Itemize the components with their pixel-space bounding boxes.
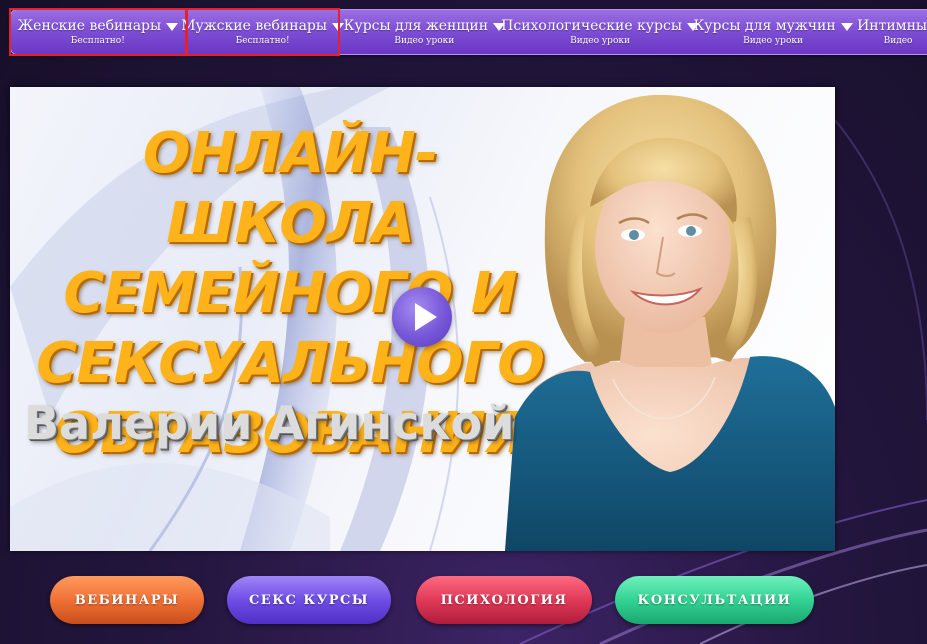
nav-item-sub: Видео уроки <box>570 36 630 46</box>
hero-title-line: СЕКСУАЛЬНОГО <box>36 331 545 396</box>
consultations-button[interactable]: КОНСУЛЬТАЦИИ <box>615 576 814 624</box>
nav-item-label: Курсы для мужчин <box>693 18 836 34</box>
nav-item-women-webinars[interactable]: Женские вебинары Бесплатно! <box>9 8 187 56</box>
nav-item-sub: Видео уроки <box>743 36 803 46</box>
nav-item-sub: Видео уроки <box>394 36 455 46</box>
nav-item-label: Психологические курсы <box>501 18 682 34</box>
nav-item-label: Курсы для женщин <box>343 18 489 34</box>
sex-courses-button[interactable]: СЕКС КУРСЫ <box>227 576 391 624</box>
nav-item-sub: Видео <box>883 36 913 46</box>
nav-item-men-webinars[interactable]: Мужские вебинары Бесплатно! <box>181 8 345 56</box>
webinars-button[interactable]: ВЕБИНАРЫ <box>50 576 204 624</box>
chevron-down-icon <box>332 22 345 31</box>
nav-item-label: Мужские вебинары <box>181 18 328 34</box>
presenter-photo <box>505 94 835 551</box>
hero-title-line: ОНЛАЙН-ШКОЛА <box>142 121 438 256</box>
nav-item-label: Женские вебинары <box>17 18 162 34</box>
nav-item-sub: Бесплатно! <box>235 36 290 46</box>
main-navigation: Женские вебинары Бесплатно! Мужские веби… <box>9 8 927 56</box>
nav-item-psychology-courses[interactable]: Психологические курсы Видео уроки <box>501 10 699 54</box>
hero-subtitle: Валерии Агинской <box>24 396 515 450</box>
psychology-button[interactable]: ПСИХОЛОГИЯ <box>416 576 592 624</box>
nav-item-women-courses[interactable]: Курсы для женщин Видео уроки <box>343 10 506 54</box>
nav-item-intimate[interactable]: Интимны Видео <box>851 10 927 54</box>
nav-item-men-courses[interactable]: Курсы для мужчин Видео уроки <box>693 10 853 54</box>
chevron-down-icon <box>166 22 179 31</box>
nav-item-sub: Бесплатно! <box>70 36 125 46</box>
hero-video[interactable]: ОНЛАЙН-ШКОЛА СЕМЕЙНОГО И СЕКСУАЛЬНОГО ОБ… <box>10 87 835 551</box>
hero-title-line: СЕМЕЙНОГО И <box>63 261 517 326</box>
play-icon[interactable] <box>392 287 452 347</box>
nav-item-label: Интимны <box>857 18 927 34</box>
